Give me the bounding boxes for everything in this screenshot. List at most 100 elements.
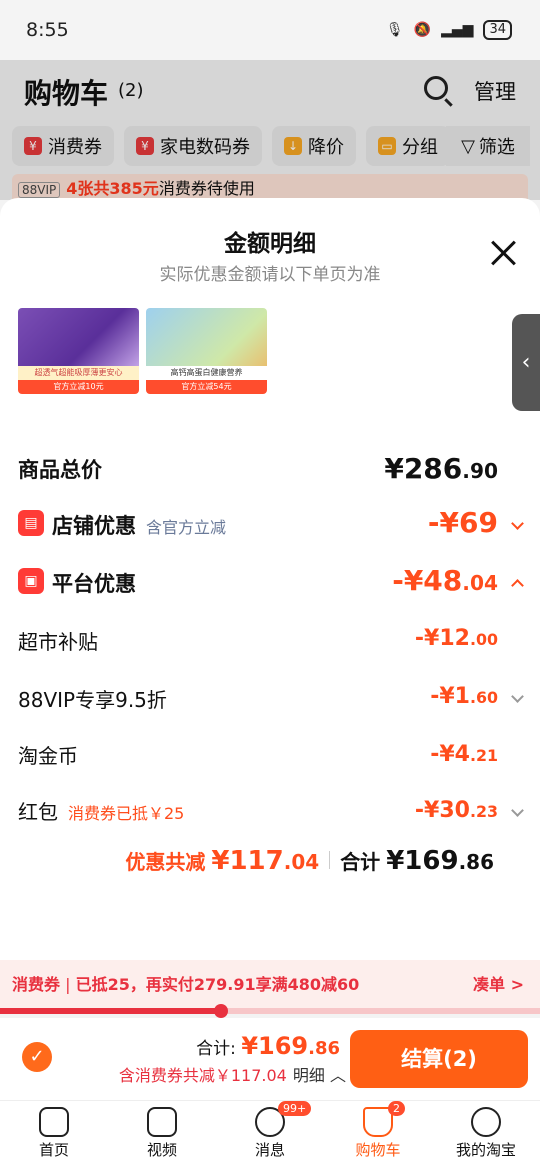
video-icon <box>147 1107 177 1137</box>
value-dec: .04 <box>283 850 320 874</box>
row-value: -¥1.60 <box>430 684 498 709</box>
total-label: 合计 <box>340 850 381 874</box>
value-int: ¥169 <box>386 846 459 876</box>
value-dec: .23 <box>469 802 498 821</box>
row-value: -¥12.00 <box>415 626 498 651</box>
value-int: ¥169 <box>241 1032 309 1060</box>
nav-profile[interactable]: 我的淘宝 <box>432 1101 540 1165</box>
profile-icon <box>471 1107 501 1137</box>
row-value: -¥4.21 <box>430 742 498 767</box>
side-handle[interactable]: ‹ <box>512 314 540 411</box>
checkout-total: 合计: ¥169.86 <box>196 1032 340 1060</box>
coupon-progress-strip[interactable]: 消费券 | 已抵25，再实付279.91享满480减60 凑单 > <box>0 960 540 1010</box>
product-banner: 官方立减10元 <box>18 380 139 394</box>
chevron-down-icon[interactable] <box>511 690 524 703</box>
row-supermarket-subsidy: 超市补贴 -¥12.00 <box>18 624 522 658</box>
product-thumbnail[interactable]: 高钙高蛋白健康营养 官方立减54元 <box>146 308 267 394</box>
shop-icon: ▤ <box>18 510 44 536</box>
value-dec: .86 <box>308 1038 340 1059</box>
chevron-down-icon[interactable] <box>511 517 524 530</box>
nav-label: 消息 <box>254 1141 285 1159</box>
checkout-bar: ✓ 合计: ¥169.86 含消费券共减￥117.04 明细 ︿ 结算(2) <box>0 1018 540 1100</box>
chevron-down-icon[interactable] <box>511 804 524 817</box>
row-label-text: 店铺优惠 <box>52 514 136 538</box>
row-value: -¥48.04 <box>392 564 498 597</box>
value-int: -¥1 <box>430 684 470 709</box>
value-dec: .86 <box>458 850 494 874</box>
row-label-text: 红包 <box>18 800 58 824</box>
value-dec: .90 <box>462 459 498 483</box>
detail-label: 明细 <box>292 1066 325 1085</box>
value-dec: .04 <box>462 571 498 595</box>
row-label: 店铺优惠 含官方立减 <box>52 510 226 540</box>
mic-icon: 🎙 <box>385 22 404 38</box>
value-int: -¥12 <box>414 626 470 651</box>
chevron-up-icon: ︿ <box>329 1066 346 1085</box>
platform-icon: ▣ <box>18 568 44 594</box>
chevron-left-icon: ‹ <box>521 350 531 375</box>
nav-label: 视频 <box>146 1141 177 1159</box>
discount-label: 优惠共减 <box>125 850 206 874</box>
nav-messages[interactable]: 99+ 消息 <box>216 1101 324 1165</box>
value-int: ¥117 <box>211 846 284 876</box>
row-value: -¥30.23 <box>415 798 498 823</box>
discount-summary: 优惠共减 ¥117.04 合计 ¥169.86 <box>125 846 494 876</box>
panel-title: 金额明细 <box>224 231 316 257</box>
nav-label: 首页 <box>38 1141 69 1159</box>
row-vip-discount[interactable]: 88VIP专享9.5折 -¥1.60 <box>18 682 524 716</box>
mute-icon: 🔕 <box>413 22 432 38</box>
coupon-text: 已抵25，再实付279.91享满480减60 <box>75 975 360 994</box>
discount-value: ¥117.04 <box>211 846 319 876</box>
product-thumbnail[interactable]: 超透气超能吸厚薄更安心 官方立减10元 <box>18 308 139 394</box>
progress-fill <box>0 1008 222 1014</box>
nav-video[interactable]: 视频 <box>108 1101 216 1165</box>
total-value: ¥169.86 <box>386 846 494 876</box>
total-label: 合计: <box>196 1039 236 1059</box>
checkout-button[interactable]: 结算(2) <box>350 1030 528 1088</box>
product-caption: 超透气超能吸厚薄更安心 <box>18 366 139 380</box>
row-note: 含官方立减 <box>146 518 227 537</box>
row-value: -¥69 <box>427 506 498 539</box>
row-goods-total: 商品总价 ¥286.90 <box>18 452 522 492</box>
value-int: ¥286 <box>384 452 463 485</box>
add-items-link[interactable]: 凑单 > <box>473 960 524 1010</box>
row-label: 红包 消费券已抵￥25 <box>18 796 184 825</box>
row-taobao-coin: 淘金币 -¥4.21 <box>18 740 522 774</box>
battery-icon: 34 <box>483 20 512 40</box>
coupon-progress-bar <box>0 1004 540 1018</box>
detail-toggle[interactable]: 明细 ︿ <box>293 1066 346 1085</box>
value-int: -¥30 <box>414 798 470 823</box>
progress-knob <box>214 1004 229 1018</box>
product-caption: 高钙高蛋白健康营养 <box>146 366 267 380</box>
row-shop-discount[interactable]: ▤ 店铺优惠 含官方立减 -¥69 <box>18 506 524 546</box>
row-label: 平台优惠 <box>52 572 136 596</box>
nav-label: 购物车 <box>355 1141 401 1159</box>
status-time: 8:55 <box>26 19 69 41</box>
nav-cart[interactable]: 2 购物车 <box>324 1101 432 1165</box>
product-image <box>146 308 267 366</box>
row-value: ¥286.90 <box>384 452 498 485</box>
product-banner: 官方立减54元 <box>146 380 267 394</box>
row-label: 88VIP专享9.5折 <box>18 688 167 712</box>
row-label: 超市补贴 <box>18 630 98 654</box>
nav-home[interactable]: 首页 <box>0 1101 108 1165</box>
overlay-dim <box>0 60 540 200</box>
cart-badge: 2 <box>388 1101 405 1116</box>
value-int: -¥4 <box>430 742 470 767</box>
row-label: 商品总价 <box>18 458 102 482</box>
select-all-checkbox[interactable]: ✓ <box>22 1042 52 1072</box>
signal-icon: ▂▄▆ <box>441 22 474 38</box>
message-badge: 99+ <box>278 1101 312 1116</box>
value-dec: .21 <box>469 746 498 765</box>
row-platform-discount[interactable]: ▣ 平台优惠 -¥48.04 <box>18 564 524 604</box>
row-red-packet[interactable]: 红包 消费券已抵￥25 -¥30.23 <box>18 796 524 830</box>
close-icon[interactable] <box>490 240 516 266</box>
panel-subtitle: 实际优惠金额请以下单页为准 <box>159 265 381 285</box>
amount-detail-panel: 金额明细 实际优惠金额请以下单页为准 超透气超能吸厚薄更安心 官方立减10元 高… <box>0 198 540 960</box>
product-image <box>18 308 139 366</box>
checkout-savings[interactable]: 含消费券共减￥117.04 明细 ︿ <box>119 1062 346 1086</box>
coupon-label: 消费券 <box>12 975 61 994</box>
status-bar: 8:55 🎙 🔕 ▂▄▆ 34 <box>0 0 540 60</box>
row-note: 消费券已抵￥25 <box>68 804 185 823</box>
chevron-up-icon[interactable] <box>511 579 524 592</box>
